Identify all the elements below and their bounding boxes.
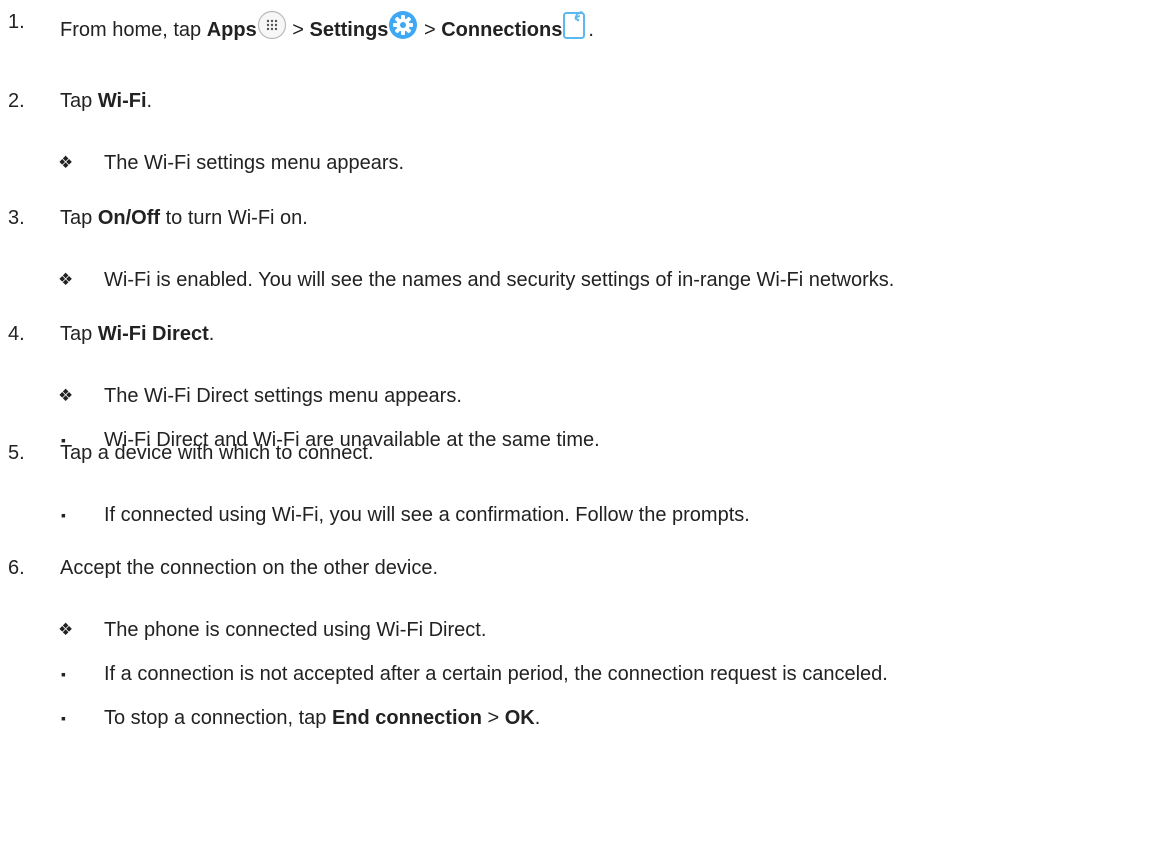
bold-term: OK: [504, 707, 535, 729]
step-number: 5.: [8, 442, 25, 464]
step-number: 3.: [8, 207, 25, 229]
settings-gear-icon: [388, 10, 418, 46]
text-run: >: [418, 19, 442, 41]
bold-term: Wi-Fi Direct: [97, 323, 209, 345]
text-run: .: [208, 323, 215, 345]
step-text: Tap Wi-Fi Direct.: [60, 322, 214, 346]
connections-icon: [562, 10, 588, 46]
sub-bullet-text: The Wi-Fi Direct settings menu appears.: [104, 385, 462, 407]
diamond-bullet-icon: ❖: [58, 386, 74, 405]
text-run: >: [286, 19, 310, 41]
sub-bullet-text: To stop a connection, tap End connection…: [104, 706, 540, 730]
text-run: To stop a connection, tap: [104, 707, 332, 729]
bold-term: Connections: [441, 19, 563, 41]
text-run: Accept the connection on the other devic…: [60, 557, 439, 579]
step-number: 2.: [8, 90, 25, 112]
text-run: >: [481, 707, 505, 729]
text-run: to turn Wi-Fi on.: [160, 207, 308, 229]
bold-term: End connection: [331, 707, 482, 729]
text-run: .: [534, 707, 541, 729]
sub-bullet-text: If a connection is not accepted after a …: [104, 663, 888, 685]
step-text: Tap a device with which to connect.: [60, 441, 374, 465]
bold-term: Settings: [309, 19, 389, 41]
bold-term: Apps: [206, 19, 257, 41]
bold-term: On/Off: [97, 207, 161, 229]
diamond-bullet-icon: ❖: [58, 620, 74, 639]
step-number: 1.: [8, 11, 25, 33]
step-text: Accept the connection on the other devic…: [60, 556, 438, 580]
sub-bullet-text: The phone is connected using Wi-Fi Direc…: [104, 619, 487, 641]
sub-bullet-text: The Wi-Fi settings menu appears.: [104, 152, 405, 174]
text-run: Tap: [60, 90, 98, 112]
bold-term: Wi-Fi: [97, 90, 147, 112]
diamond-bullet-icon: ❖: [58, 270, 74, 289]
square-bullet-icon: ▪: [61, 710, 66, 726]
square-bullet-icon: ▪: [61, 507, 66, 523]
sub-bullet-text: If connected using Wi-Fi, you will see a…: [104, 504, 750, 526]
step-text: Tap On/Off to turn Wi-Fi on.: [60, 206, 308, 230]
apps-grid-icon: [257, 10, 287, 46]
text-run: Tap: [60, 207, 98, 229]
text-run: .: [588, 19, 594, 41]
square-bullet-icon: ▪: [61, 666, 66, 682]
text-run: Tap a device with which to connect.: [60, 442, 374, 464]
text-run: From home, tap: [60, 19, 207, 41]
text-run: .: [146, 90, 153, 112]
sub-bullet-text: Wi-Fi is enabled. You will see the names…: [104, 269, 895, 291]
step-text: Tap Wi-Fi.: [60, 89, 152, 113]
step-number: 4.: [8, 323, 25, 345]
text-run: Tap: [60, 323, 98, 345]
step-number: 6.: [8, 557, 25, 579]
diamond-bullet-icon: ❖: [58, 153, 74, 172]
step-text: From home, tap Apps > Settings > Connect…: [60, 10, 594, 46]
